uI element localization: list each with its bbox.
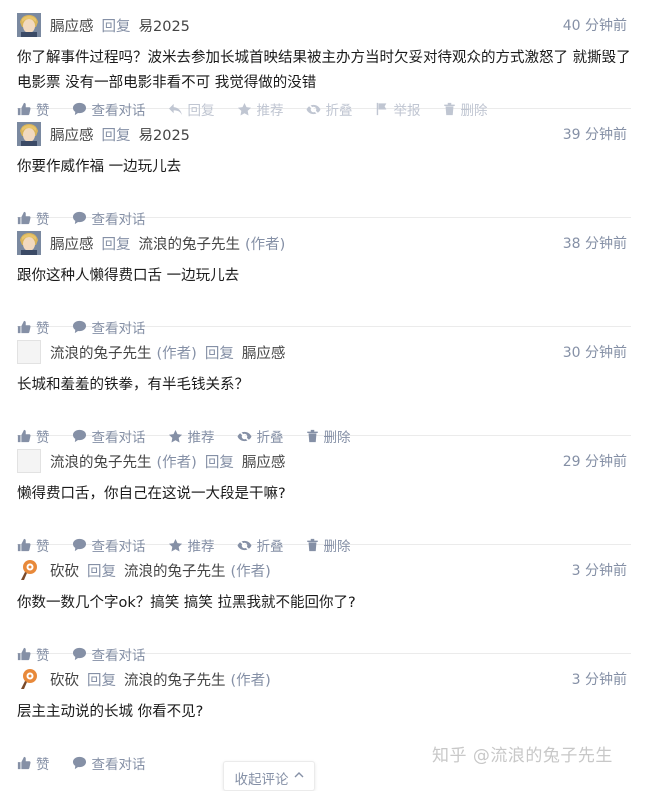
conversation-icon bbox=[72, 756, 92, 770]
author-tag: (作者) bbox=[156, 454, 197, 471]
comment-header: 流浪的兔子先生 (作者) 回复 膈应感 30 分钟前 bbox=[17, 339, 627, 365]
anime-avatar-icon[interactable] bbox=[17, 231, 41, 255]
reply-target[interactable]: 流浪的兔子先生 bbox=[139, 233, 241, 254]
reply-word: 回复 bbox=[101, 18, 131, 35]
anime-avatar-icon[interactable] bbox=[17, 122, 41, 146]
comment-text: 长城和羞羞的铁拳，有半毛钱关系？ bbox=[17, 377, 249, 393]
comment-text: 层主主动说的长城 你看不见? bbox=[17, 704, 204, 720]
reply-word: 回复 bbox=[204, 345, 234, 362]
reply-word: 回复 bbox=[204, 454, 234, 471]
comment-text: 你了解事件过程吗？波米去参加长城首映结果被主办方当时欠妥对待观众的方式激怒了 就… bbox=[17, 50, 631, 91]
reply-target[interactable]: 易2025 bbox=[139, 124, 190, 145]
comment-item: 流浪的兔子先生 (作者) 回复 膈应感 29 分钟前懒得费口舌，你自己在这说一大段是干嘛… bbox=[17, 436, 631, 555]
reply-word: 回复 bbox=[87, 563, 116, 580]
comment-text: 你要作威作福 一边玩儿去 bbox=[17, 159, 182, 175]
comment-text: 你数一数几个字ok？搞笑 搞笑 拉黑我就不能回你了? bbox=[17, 595, 356, 611]
comment-time: 3 分钟前 bbox=[571, 563, 627, 579]
comment-author[interactable]: 膈应感 bbox=[50, 233, 94, 254]
comment-actions: 赞 查看对话 bbox=[17, 753, 168, 773]
action-thumbs-up-button[interactable]: 赞 bbox=[17, 753, 50, 773]
comment-text: 懒得费口舌，你自己在这说一大段是干嘛? bbox=[17, 486, 286, 502]
comment-time: 3 分钟前 bbox=[571, 672, 627, 688]
reply-word: 回复 bbox=[101, 236, 131, 253]
comment-header: 膈应感 回复 流浪的兔子先生 (作者) 38 分钟前 bbox=[17, 230, 627, 256]
comment-list: 膈应感 回复 易2025 40 分钟前 你了解事件过程吗？波米去参加长城首映结果被主办方… bbox=[0, 0, 648, 773]
comment-author[interactable]: 流浪的兔子先生 bbox=[50, 451, 152, 472]
comment-header: 膈应感 回复 易2025 39 分钟前 bbox=[17, 121, 627, 147]
blank-avatar-icon[interactable] bbox=[17, 340, 41, 364]
comment-header: 流浪的兔子先生 (作者) 回复 膈应感 29 分钟前 bbox=[17, 448, 627, 474]
comment-item: 膈应感 回复 流浪的兔子先生 (作者) 38 分钟前 跟你这种人懒得费口舌 一边玩儿去赞查… bbox=[17, 218, 631, 337]
action-conversation-button[interactable]: 查看对话 bbox=[72, 753, 146, 773]
author-tag: (作者) bbox=[245, 236, 286, 253]
reply-target[interactable]: 流浪的兔子先生 bbox=[124, 669, 226, 690]
comment-time: 40 分钟前 bbox=[562, 18, 627, 34]
comment-item: 流浪的兔子先生 (作者) 回复 膈应感 30 分钟前 长城和羞羞的铁拳，有半毛钱关系？赞查… bbox=[17, 327, 631, 446]
comment-item: 膈应感 回复 易2025 39 分钟前 你要作威作福 一边玩儿去赞查看对话 bbox=[17, 109, 631, 228]
comment-item: 膈应感 回复 易2025 40 分钟前你了解事件过程吗？波米去参加长城首映结果被主办方… bbox=[17, 0, 631, 119]
comment-author[interactable]: 砍砍 bbox=[50, 560, 79, 581]
action-label: 查看对话 bbox=[91, 757, 146, 773]
comment-author[interactable]: 膈应感 bbox=[50, 15, 94, 36]
comment-author[interactable]: 膈应感 bbox=[50, 124, 94, 145]
reply-word: 回复 bbox=[101, 127, 131, 144]
comment-header: 砍砍 回复 流浪的兔子先生 (作者) 3 分钟前 bbox=[17, 557, 627, 583]
comment-author[interactable]: 砍砍 bbox=[50, 669, 79, 690]
watermark: 知乎 @流浪的兔子先生 bbox=[432, 746, 613, 766]
collapse-comments-label: 收起评论 bbox=[234, 772, 289, 788]
comment-time: 30 分钟前 bbox=[562, 345, 627, 361]
comment-header: 砍砍 回复 流浪的兔子先生 (作者) 3 分钟前 bbox=[17, 666, 627, 692]
blank-avatar-icon[interactable] bbox=[17, 449, 41, 473]
comment-time: 29 分钟前 bbox=[562, 454, 627, 470]
chevron-up-icon bbox=[294, 768, 304, 784]
orange-swirl-avatar-icon[interactable] bbox=[17, 667, 41, 691]
anime-avatar-icon[interactable] bbox=[17, 13, 41, 37]
comment-text: 跟你这种人懒得费口舌 一边玩儿去 bbox=[17, 268, 240, 284]
author-tag: (作者) bbox=[230, 563, 271, 580]
reply-target[interactable]: 流浪的兔子先生 bbox=[124, 560, 226, 581]
orange-swirl-avatar-icon[interactable] bbox=[17, 558, 41, 582]
comment-time: 39 分钟前 bbox=[562, 127, 627, 143]
action-label: 赞 bbox=[36, 757, 50, 773]
comment-header: 膈应感 回复 易2025 40 分钟前 bbox=[17, 12, 627, 38]
author-tag: (作者) bbox=[156, 345, 197, 362]
thumbs-up-icon bbox=[17, 756, 36, 770]
author-tag: (作者) bbox=[230, 672, 271, 689]
reply-target[interactable]: 膈应感 bbox=[242, 451, 286, 472]
reply-target[interactable]: 膈应感 bbox=[242, 342, 286, 363]
reply-target[interactable]: 易2025 bbox=[139, 15, 190, 36]
collapse-comments-button[interactable]: 收起评论 bbox=[223, 761, 315, 791]
reply-word: 回复 bbox=[87, 672, 116, 689]
comment-time: 38 分钟前 bbox=[562, 236, 627, 252]
comment-author[interactable]: 流浪的兔子先生 bbox=[50, 342, 152, 363]
comment-item: 砍砍 回复 流浪的兔子先生 (作者) 3 分钟前你数一数几个字ok？搞笑 搞笑 拉黑我就… bbox=[17, 545, 631, 664]
